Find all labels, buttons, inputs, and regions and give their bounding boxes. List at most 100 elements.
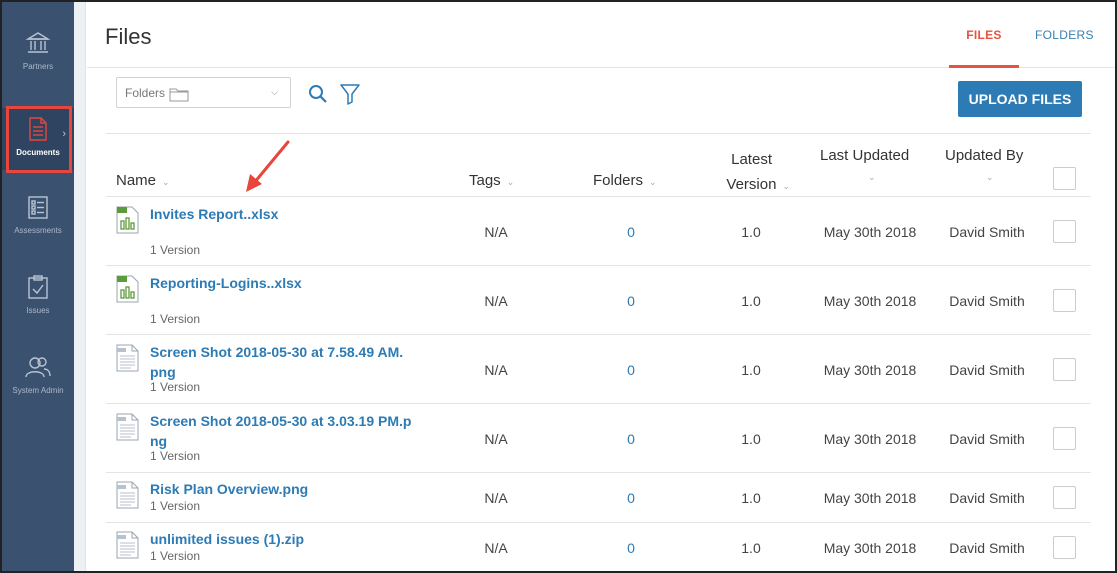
file-icon <box>115 413 141 446</box>
version-cell: 1.0 <box>741 362 761 378</box>
table-row[interactable]: Risk Plan Overview.png 1 Version N/A 0 1.0 Ma… <box>106 473 1091 523</box>
page-header: Files FILES FOLDERS <box>87 2 1115 68</box>
last-updated-cell: May 30th 2018 <box>823 224 917 240</box>
row-checkbox[interactable] <box>1053 289 1076 312</box>
last-updated-cell: May 30th 2018 <box>823 362 917 378</box>
folder-icon <box>169 88 189 102</box>
folders-count-link[interactable]: 0 <box>606 490 656 506</box>
sort-icon: ⌄ <box>506 177 515 187</box>
sidebar-item-issues[interactable]: Issues <box>2 274 74 344</box>
sidebar-item-label: Partners <box>22 62 54 71</box>
sidebar-item-partners[interactable]: Partners <box>2 30 74 100</box>
table-row[interactable]: Reporting-Logins..xlsx 1 Version N/A 0 1.0 Ma… <box>106 266 1091 335</box>
file-icon <box>115 275 141 308</box>
file-icon <box>115 206 141 239</box>
file-name-continued: ng <box>150 433 168 449</box>
table-row[interactable]: Screen Shot 2018-05-30 at 7.58.49 AM. png… <box>106 335 1091 404</box>
filter-button[interactable] <box>340 83 360 110</box>
sort-icon: ⌄ <box>868 172 876 182</box>
version-cell: 1.0 <box>741 540 761 556</box>
tags-cell: N/A <box>484 540 508 556</box>
table-row[interactable]: Invites Report..xlsx 1 Version N/A 0 1.0 May … <box>106 197 1091 266</box>
tags-cell: N/A <box>484 224 508 240</box>
folders-count-link[interactable]: 0 <box>606 293 656 309</box>
row-checkbox[interactable] <box>1053 427 1076 450</box>
column-header-last-updated[interactable]: Last Updated <box>820 147 909 164</box>
document-file-icon <box>116 481 139 509</box>
column-header-label: Latest <box>731 151 772 168</box>
column-header-name[interactable]: Name ⌄ <box>116 172 170 189</box>
select-all-checkbox[interactable] <box>1053 167 1076 190</box>
table-row[interactable]: Screen Shot 2018-05-30 at 3.03.19 PM.p ng… <box>106 404 1091 473</box>
tab-files[interactable]: FILES <box>949 28 1019 68</box>
file-name-link[interactable]: Screen Shot 2018-05-30 at 3.03.19 PM.p ng <box>150 411 420 451</box>
file-name-link[interactable]: Reporting-Logins..xlsx <box>150 273 420 293</box>
sidebar: Partners › Documents Assessments Issues … <box>2 2 74 571</box>
file-name-link[interactable]: Screen Shot 2018-05-30 at 7.58.49 AM. png <box>150 342 420 382</box>
sidebar-item-label: System Admin <box>12 386 64 395</box>
file-name: Screen Shot 2018-05-30 at 3.03.19 PM.p <box>150 413 412 429</box>
column-header-label: Folders <box>593 172 644 189</box>
sidebar-edge <box>74 2 86 571</box>
document-file-icon <box>116 531 139 559</box>
search-button[interactable] <box>308 84 328 109</box>
sidebar-item-label: Issues <box>26 306 50 315</box>
version-cell: 1.0 <box>741 293 761 309</box>
file-name: Reporting-Logins..xlsx <box>150 275 302 291</box>
column-header-label: Version <box>726 176 777 193</box>
clipboard-check-icon <box>28 275 48 299</box>
folders-count-link[interactable]: 0 <box>606 431 656 447</box>
version-count: 1 Version <box>150 549 201 563</box>
checklist-icon <box>28 196 48 219</box>
version-cell: 1.0 <box>741 224 761 240</box>
column-header-folders[interactable]: Folders ⌄ <box>593 172 657 189</box>
document-icon <box>29 117 47 141</box>
sidebar-item-assessments[interactable]: Assessments <box>2 194 74 264</box>
sidebar-item-label: Documents <box>16 148 60 157</box>
file-name: Screen Shot 2018-05-30 at 7.58.49 AM. <box>150 344 404 360</box>
sidebar-item-system-admin[interactable]: System Admin <box>2 354 74 424</box>
users-icon <box>25 357 51 378</box>
upload-files-button[interactable]: UPLOAD FILES <box>958 81 1082 117</box>
column-header-latest-version[interactable]: Latest Version ⌄ <box>710 147 790 199</box>
table-row[interactable]: unlimited issues (1).zip 1 Version N/A 0 1.0… <box>106 523 1091 571</box>
file-icon <box>115 344 141 377</box>
sort-icon: ⌄ <box>649 177 657 187</box>
last-updated-cell: May 30th 2018 <box>823 431 917 447</box>
tags-cell: N/A <box>484 431 508 447</box>
updated-by-cell: David Smith <box>949 224 1025 240</box>
row-checkbox[interactable] <box>1053 220 1076 243</box>
row-checkbox[interactable] <box>1053 536 1076 559</box>
file-name: Risk Plan Overview.png <box>150 481 309 497</box>
tab-folders[interactable]: FOLDERS <box>1035 28 1094 42</box>
folder-select-label: Folders <box>125 86 166 100</box>
version-count: 1 Version <box>150 312 201 326</box>
bank-icon <box>25 32 51 53</box>
column-header-updated-by[interactable]: Updated By <box>945 147 1023 164</box>
divider <box>106 133 1091 134</box>
file-name-link[interactable]: Risk Plan Overview.png <box>150 479 420 499</box>
file-name-link[interactable]: Invites Report..xlsx <box>150 204 420 224</box>
column-header-tags[interactable]: Tags ⌄ <box>469 172 514 189</box>
updated-by-cell: David Smith <box>949 431 1025 447</box>
tags-cell: N/A <box>484 490 508 506</box>
updated-by-cell: David Smith <box>949 362 1025 378</box>
folders-count-link[interactable]: 0 <box>606 540 656 556</box>
filter-icon <box>340 84 360 105</box>
app-window: Partners › Documents Assessments Issues … <box>0 0 1117 573</box>
sort-icon: ⌄ <box>162 177 170 187</box>
chevron-right-icon: › <box>62 128 66 140</box>
file-name: unlimited issues (1).zip <box>150 531 305 547</box>
row-checkbox[interactable] <box>1053 486 1076 509</box>
folders-count-link[interactable]: 0 <box>606 224 656 240</box>
folder-select[interactable]: Folders ⌵ <box>116 77 291 108</box>
row-checkbox[interactable] <box>1053 358 1076 381</box>
annotation-arrow-icon <box>246 140 290 192</box>
sidebar-item-documents[interactable]: › Documents <box>2 108 74 170</box>
file-name-link[interactable]: unlimited issues (1).zip <box>150 529 420 549</box>
folders-count-link[interactable]: 0 <box>606 362 656 378</box>
document-file-icon <box>116 413 139 441</box>
column-header-label: Name <box>116 172 157 189</box>
version-cell: 1.0 <box>741 490 761 506</box>
version-cell: 1.0 <box>741 431 761 447</box>
